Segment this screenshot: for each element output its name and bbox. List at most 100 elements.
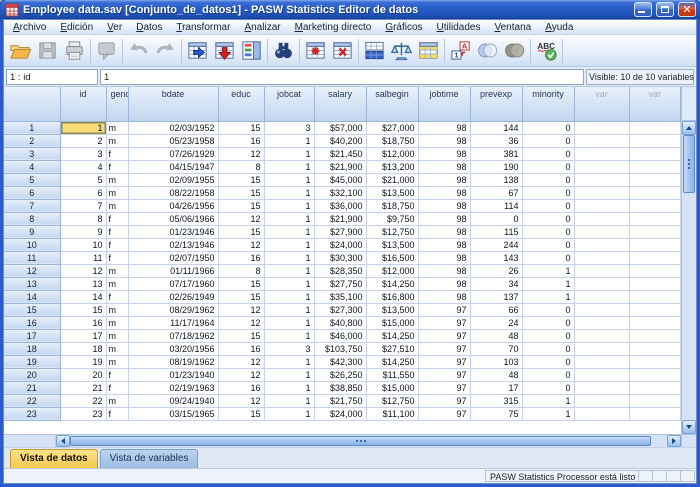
cell-jobcat-row16[interactable]: 1 — [264, 316, 314, 329]
cell-var-row20[interactable] — [629, 368, 681, 381]
cell-salary-row17[interactable]: $46,000 — [314, 329, 366, 342]
cell-var-row13[interactable] — [629, 277, 681, 290]
cell-minority-row6[interactable]: 0 — [522, 186, 574, 199]
close-button[interactable]: ✕ — [678, 2, 696, 17]
cell-var-row10[interactable] — [629, 238, 681, 251]
cell-salbegin-row12[interactable]: $12,000 — [366, 264, 418, 277]
cell-minority-row3[interactable]: 0 — [522, 147, 574, 160]
cell-var-row1[interactable] — [629, 121, 681, 134]
cell-prevexp-row14[interactable]: 137 — [470, 290, 522, 303]
menu-ventana[interactable]: Ventana — [487, 20, 538, 35]
cell-jobtime-row5[interactable]: 98 — [418, 173, 470, 186]
cell-bdate-row17[interactable]: 07/18/1962 — [128, 329, 218, 342]
cell-educ-row5[interactable]: 15 — [218, 173, 264, 186]
cell-minority-row13[interactable]: 1 — [522, 277, 574, 290]
cell-bdate-row7[interactable]: 04/26/1956 — [128, 199, 218, 212]
cell-educ-row20[interactable]: 12 — [218, 368, 264, 381]
cell-jobcat-row11[interactable]: 1 — [264, 251, 314, 264]
save-file-icon[interactable] — [34, 37, 61, 64]
cell-var-row12[interactable] — [629, 264, 681, 277]
cell-salbegin-row22[interactable]: $12,750 — [366, 394, 418, 407]
cell-salbegin-row4[interactable]: $13,200 — [366, 160, 418, 173]
row-header-5[interactable]: 5 — [4, 173, 60, 186]
cell-educ-row1[interactable]: 15 — [218, 121, 264, 134]
cell-salbegin-row15[interactable]: $13,500 — [366, 303, 418, 316]
cell-jobtime-row10[interactable]: 98 — [418, 238, 470, 251]
cell-salbegin-row7[interactable]: $18,750 — [366, 199, 418, 212]
cell-gender-row5[interactable]: m — [106, 173, 128, 186]
cell-bdate-row14[interactable]: 02/26/1949 — [128, 290, 218, 303]
row-header-13[interactable]: 13 — [4, 277, 60, 290]
cell-bdate-row6[interactable]: 08/22/1958 — [128, 186, 218, 199]
cell-minority-row18[interactable]: 0 — [522, 342, 574, 355]
cell-var-row11[interactable] — [574, 251, 629, 264]
cell-salary-row4[interactable]: $21,900 — [314, 160, 366, 173]
cell-var-row9[interactable] — [574, 225, 629, 238]
title-bar[interactable]: Employee data.sav [Conjunto_de_datos1] -… — [0, 0, 700, 19]
cell-gender-row18[interactable]: m — [106, 342, 128, 355]
column-header-salbegin[interactable]: salbegin — [366, 87, 418, 121]
show-all-variables-icon[interactable] — [501, 37, 528, 64]
cell-jobtime-row12[interactable]: 98 — [418, 264, 470, 277]
row-header-23[interactable]: 23 — [4, 407, 60, 420]
value-labels-icon[interactable]: A1 — [447, 37, 474, 64]
cell-prevexp-row2[interactable]: 36 — [470, 134, 522, 147]
cell-salary-row3[interactable]: $21,450 — [314, 147, 366, 160]
column-header-bdate[interactable]: bdate — [128, 87, 218, 121]
cell-educ-row4[interactable]: 8 — [218, 160, 264, 173]
weight-cases-icon[interactable] — [388, 37, 415, 64]
cell-var-row13[interactable] — [574, 277, 629, 290]
cell-jobcat-row1[interactable]: 3 — [264, 121, 314, 134]
insert-cases-icon[interactable] — [302, 37, 329, 64]
cell-bdate-row15[interactable]: 08/29/1962 — [128, 303, 218, 316]
cell-id-row11[interactable]: 11 — [60, 251, 106, 264]
cell-jobtime-row1[interactable]: 98 — [418, 121, 470, 134]
cell-minority-row1[interactable]: 0 — [522, 121, 574, 134]
cell-jobtime-row21[interactable]: 97 — [418, 381, 470, 394]
column-header-id[interactable]: id — [60, 87, 106, 121]
cell-var-row2[interactable] — [629, 134, 681, 147]
column-header-salary[interactable]: salary — [314, 87, 366, 121]
cell-salary-row1[interactable]: $57,000 — [314, 121, 366, 134]
minimize-button[interactable] — [634, 2, 652, 17]
row-header-16[interactable]: 16 — [4, 316, 60, 329]
cell-gender-row11[interactable]: f — [106, 251, 128, 264]
cell-salary-row10[interactable]: $24,000 — [314, 238, 366, 251]
cell-jobcat-row18[interactable]: 3 — [264, 342, 314, 355]
cell-salbegin-row2[interactable]: $18,750 — [366, 134, 418, 147]
cell-gender-row23[interactable]: f — [106, 407, 128, 420]
cell-gender-row15[interactable]: m — [106, 303, 128, 316]
cell-prevexp-row12[interactable]: 26 — [470, 264, 522, 277]
cell-id-row1[interactable]: 1 — [60, 121, 106, 134]
column-header-jobcat[interactable]: jobcat — [264, 87, 314, 121]
column-header-minority[interactable]: minority — [522, 87, 574, 121]
row-header-10[interactable]: 10 — [4, 238, 60, 251]
menu-utilidades[interactable]: Utilidades — [430, 20, 488, 35]
cell-prevexp-row13[interactable]: 34 — [470, 277, 522, 290]
print-icon[interactable] — [61, 37, 88, 64]
cell-jobtime-row20[interactable]: 97 — [418, 368, 470, 381]
cell-var-row10[interactable] — [574, 238, 629, 251]
cell-minority-row8[interactable]: 0 — [522, 212, 574, 225]
cell-salary-row12[interactable]: $28,350 — [314, 264, 366, 277]
cell-prevexp-row6[interactable]: 67 — [470, 186, 522, 199]
cell-minority-row21[interactable]: 0 — [522, 381, 574, 394]
cell-prevexp-row5[interactable]: 138 — [470, 173, 522, 186]
cell-salbegin-row16[interactable]: $15,000 — [366, 316, 418, 329]
cell-bdate-row3[interactable]: 07/26/1929 — [128, 147, 218, 160]
cell-salary-row19[interactable]: $42,300 — [314, 355, 366, 368]
cell-minority-row7[interactable]: 0 — [522, 199, 574, 212]
cell-prevexp-row9[interactable]: 115 — [470, 225, 522, 238]
row-header-20[interactable]: 20 — [4, 368, 60, 381]
cell-minority-row2[interactable]: 0 — [522, 134, 574, 147]
cell-gender-row22[interactable]: m — [106, 394, 128, 407]
cell-jobcat-row21[interactable]: 1 — [264, 381, 314, 394]
cell-prevexp-row11[interactable]: 143 — [470, 251, 522, 264]
cell-bdate-row10[interactable]: 02/13/1946 — [128, 238, 218, 251]
cell-prevexp-row10[interactable]: 244 — [470, 238, 522, 251]
cell-id-row14[interactable]: 14 — [60, 290, 106, 303]
cell-minority-row12[interactable]: 1 — [522, 264, 574, 277]
cell-salbegin-row13[interactable]: $14,250 — [366, 277, 418, 290]
cell-gender-row9[interactable]: f — [106, 225, 128, 238]
menu-datos[interactable]: Datos — [129, 20, 169, 35]
